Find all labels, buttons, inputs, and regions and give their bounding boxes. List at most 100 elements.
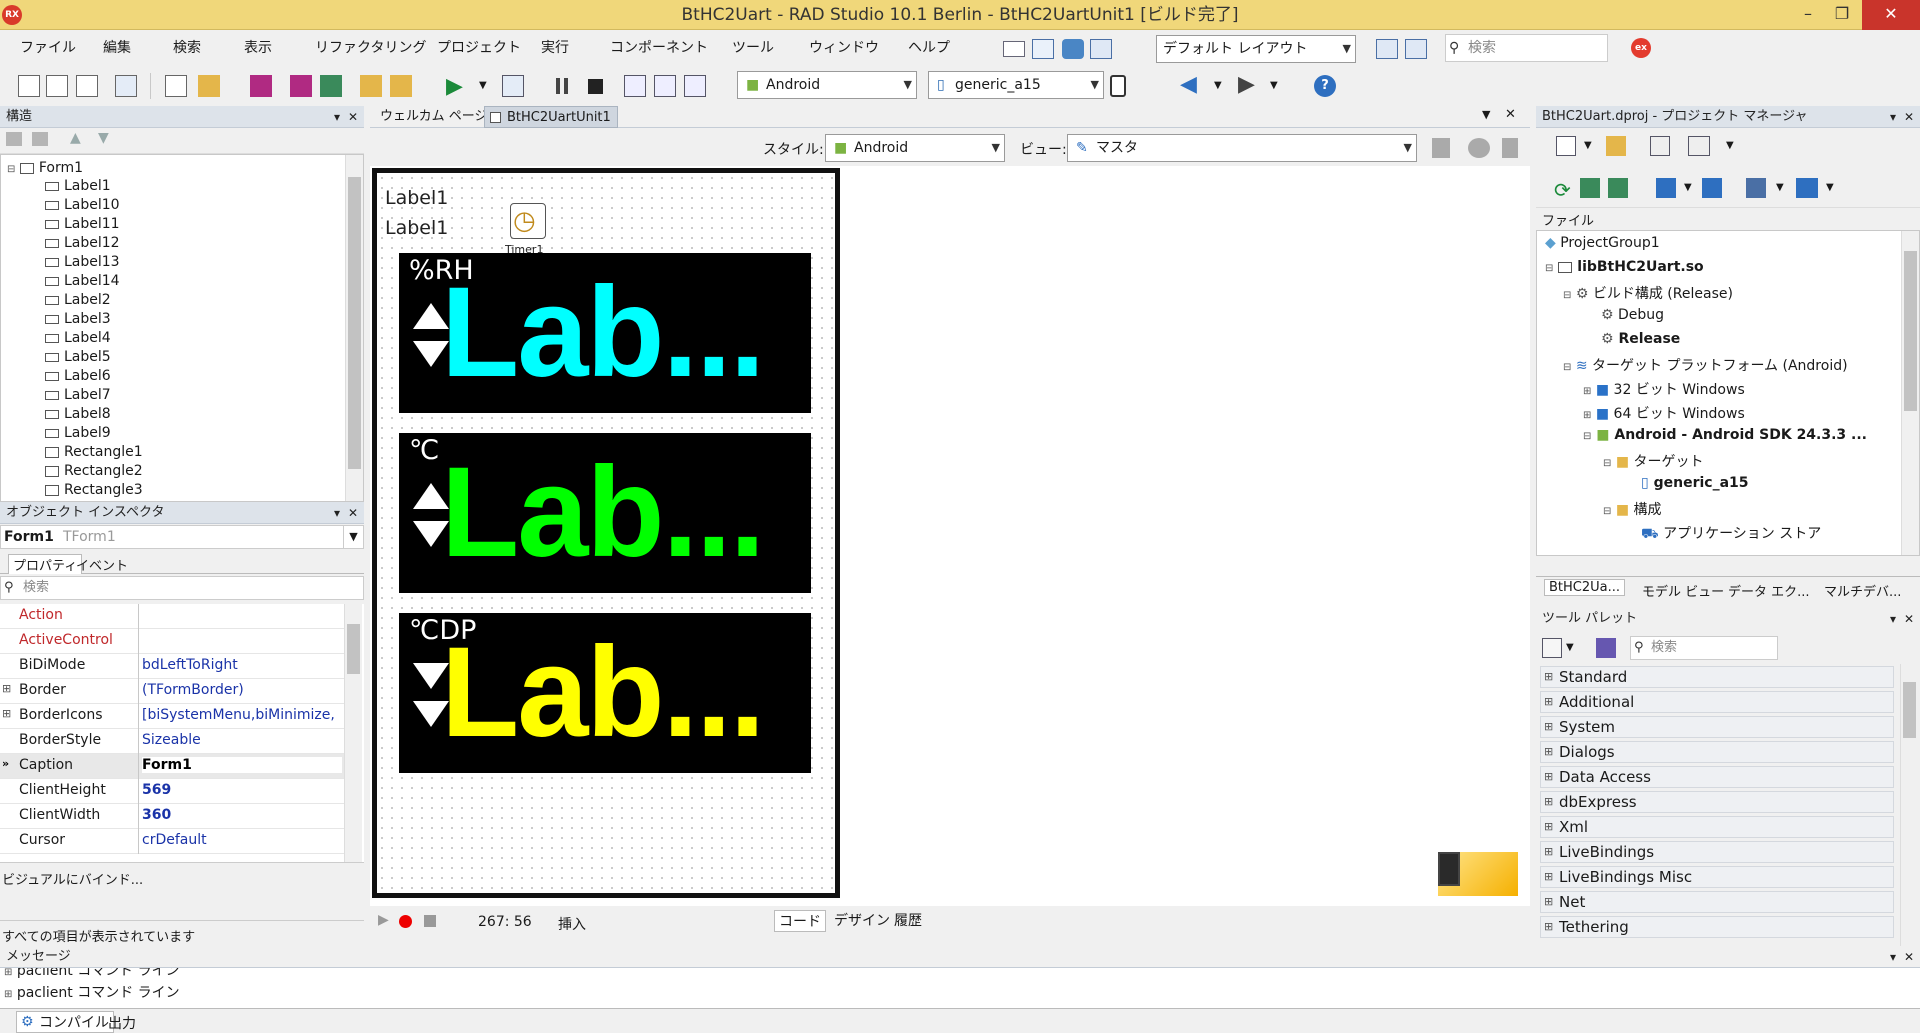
pin-icon[interactable]: ▾ <box>334 502 340 524</box>
timer1-component[interactable]: ◷ <box>510 203 546 239</box>
new-icon[interactable] <box>18 75 40 97</box>
config-folder-node[interactable]: ⊟ ■ 構成 <box>1603 499 1662 519</box>
property-row-selected[interactable]: » Caption Form1 <box>0 754 344 779</box>
close-tab-icon[interactable]: ✕ <box>1505 107 1516 122</box>
list-icon[interactable] <box>1656 178 1676 198</box>
menu-help[interactable]: ヘルプ <box>908 37 950 57</box>
pin-icon[interactable]: ▾ <box>1890 106 1896 128</box>
menu-component[interactable]: コンポーネント <box>610 37 708 57</box>
tree-node-label[interactable]: Label11 <box>45 216 120 232</box>
remove-view-icon[interactable] <box>1468 138 1490 158</box>
collapse-all-icon[interactable] <box>6 132 22 146</box>
property-row[interactable]: ActiveControl <box>0 629 344 654</box>
menu-edit[interactable]: 編集 <box>103 37 131 57</box>
dropdown-icon[interactable]: ▼ <box>1726 140 1734 151</box>
options-icon[interactable] <box>1688 136 1710 156</box>
tab-events[interactable]: イベント <box>76 555 128 574</box>
embarcadero-icon[interactable]: ex <box>1631 38 1651 58</box>
tab-properties[interactable]: プロパティ <box>8 554 83 574</box>
add-to-project-icon[interactable] <box>360 75 382 97</box>
property-row[interactable]: ⊞ Border (TFormBorder) <box>0 679 344 704</box>
property-row[interactable]: Cursor crDefault <box>0 829 344 854</box>
form1-canvas[interactable]: Label1 Label1 ◷ Timer1 %RH Lab... ℃ Lab.… <box>372 168 840 898</box>
style-combo[interactable]: ■ Android ▼ <box>825 134 1005 162</box>
stop-icon[interactable] <box>588 79 603 94</box>
pointer-icon[interactable] <box>1596 638 1616 658</box>
new-items-icon[interactable] <box>46 75 68 97</box>
win64-platform-node[interactable]: ⊞ ■ 64 ビット Windows <box>1583 403 1745 423</box>
tab-project[interactable]: BtHC2Ua... <box>1544 579 1626 596</box>
tree-node-label[interactable]: Label4 <box>45 330 111 346</box>
back-icon[interactable]: ◀ <box>1180 72 1197 97</box>
tab-compile[interactable]: ⚙ コンパイル <box>16 1011 114 1033</box>
tab-design[interactable]: デザイン <box>830 910 894 930</box>
palette-search-input[interactable]: ⚲ 検索 <box>1630 636 1778 660</box>
tree-node-label[interactable]: Label7 <box>45 387 111 403</box>
message-row[interactable]: ⊞ paclient コマンド ライン <box>4 968 180 980</box>
forward-dropdown-icon[interactable]: ▼ <box>1270 80 1278 91</box>
pin-icon[interactable]: ▾ <box>334 106 340 128</box>
platform-combo[interactable]: ■ Android ▼ <box>737 71 917 99</box>
label1[interactable]: Label1 <box>385 187 448 209</box>
humidity-value-label[interactable]: Lab... <box>441 269 765 397</box>
inspector-scrollbar[interactable] <box>344 604 362 862</box>
forward-icon[interactable]: ▶ <box>1238 72 1255 97</box>
tree-node-label[interactable]: Label5 <box>45 349 111 365</box>
tab-welcome[interactable]: ウェルカム ページ <box>374 106 493 128</box>
tree-node-form1[interactable]: ⊟ Form1 <box>7 160 83 176</box>
temperature-unit-label[interactable]: ℃ <box>409 435 439 466</box>
tree-node-label[interactable]: Label3 <box>45 311 111 327</box>
open-icon[interactable] <box>76 75 98 97</box>
pin-icon[interactable]: ▾ <box>1890 946 1896 968</box>
collapse-icon[interactable] <box>1608 178 1628 198</box>
humidity-panel[interactable]: %RH Lab... <box>399 253 811 413</box>
save-all-icon[interactable] <box>290 75 312 97</box>
tree-node-rectangle[interactable]: Rectangle2 <box>45 463 143 479</box>
run-dropdown-icon[interactable]: ▼ <box>479 80 487 91</box>
expand-icon[interactable] <box>1580 178 1600 198</box>
dropdown-icon[interactable]: ▼ <box>1684 182 1692 193</box>
build-icon[interactable] <box>1702 178 1722 198</box>
import-icon[interactable] <box>1090 39 1112 59</box>
step-over-icon[interactable] <box>624 75 646 97</box>
bind-visually-link[interactable]: ビジュアルにバインド... <box>2 869 143 888</box>
project-group-node[interactable]: ◆ ProjectGroup1 <box>1545 235 1660 251</box>
target-platforms-node[interactable]: ⊟ ≋ ターゲット プラットフォーム (Android) <box>1563 355 1848 375</box>
tab-list-icon[interactable]: ▼ <box>1482 108 1490 121</box>
expand-all-icon[interactable] <box>32 132 48 146</box>
tab-unit[interactable]: BtHC2UartUnit1 <box>484 106 618 128</box>
expand-icon[interactable]: ⊞ <box>2 682 11 695</box>
save-layout-icon[interactable] <box>1376 39 1398 59</box>
view-combo[interactable]: ✎ マスタ ▼ <box>1067 134 1417 162</box>
menu-view[interactable]: 表示 <box>244 37 272 57</box>
phone-preview-icon[interactable] <box>1110 75 1126 97</box>
macro-play-icon[interactable]: ▶ <box>378 912 389 928</box>
palette-category[interactable]: ⊞ Net <box>1540 891 1894 913</box>
close-button[interactable]: ✕ <box>1862 0 1920 30</box>
palette-category[interactable]: ⊞ Tethering <box>1540 916 1894 938</box>
dropdown-icon[interactable]: ▼ <box>1566 642 1574 653</box>
dropdown-icon[interactable]: ▼ <box>1584 140 1592 151</box>
tree-node-rectangle[interactable]: Rectangle3 <box>45 482 143 498</box>
tree-node-label[interactable]: Label14 <box>45 273 120 289</box>
activate-icon[interactable] <box>1556 136 1576 156</box>
dewpoint-value-label[interactable]: Lab... <box>441 629 765 757</box>
run-icon[interactable]: ▶ <box>446 74 463 99</box>
dropdown-icon[interactable]: ▼ <box>1776 182 1784 193</box>
tree-node-label[interactable]: Label1 <box>45 178 111 194</box>
new-file-icon[interactable] <box>165 75 187 97</box>
property-row[interactable]: BorderStyle Sizeable <box>0 729 344 754</box>
view-unit-icon[interactable] <box>115 75 137 97</box>
layout-combo[interactable]: デフォルト レイアウト ▼ <box>1156 35 1356 63</box>
ide-search-input[interactable]: ⚲ 検索 <box>1445 34 1608 62</box>
tab-history[interactable]: 履歴 <box>890 910 926 930</box>
categories-icon[interactable] <box>1542 638 1562 658</box>
calendar-icon[interactable] <box>1032 39 1054 59</box>
message-row[interactable]: ⊞ paclient コマンド ライン <box>4 982 180 1002</box>
chevron-down-icon[interactable]: ▼ <box>343 526 363 548</box>
build-config-node[interactable]: ⊟ ⚙ ビルド構成 (Release) <box>1563 283 1733 303</box>
tree-node-label[interactable]: Label8 <box>45 406 111 422</box>
target-folder-node[interactable]: ⊟ ■ ターゲット <box>1603 451 1704 471</box>
temperature-value-label[interactable]: Lab... <box>441 449 765 577</box>
tab-data-explorer[interactable]: データ エク... <box>1728 581 1810 600</box>
